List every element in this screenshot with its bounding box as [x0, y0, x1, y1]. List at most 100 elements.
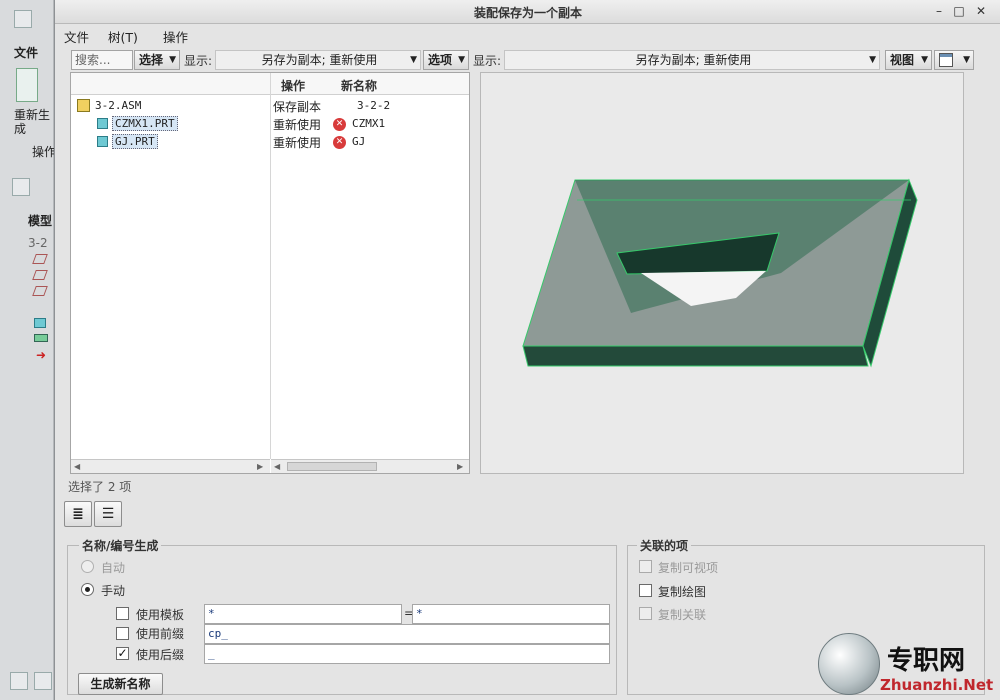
chevron-down-icon: ▼ — [921, 55, 928, 65]
assembly-icon — [77, 99, 90, 112]
watermark-cn: 专职网 — [887, 646, 966, 676]
view-button[interactable]: 视图 ▼ — [885, 50, 932, 70]
scroll-right-icon[interactable]: ▶ — [257, 462, 263, 471]
maximize-icon[interactable]: □ — [951, 4, 967, 20]
selection-status: 选择了 2 项 — [68, 480, 132, 494]
part-icon — [97, 136, 108, 147]
scrollbar-thumb[interactable] — [287, 462, 377, 471]
related-items-title: 关联的项 — [637, 537, 692, 554]
menu-tree[interactable]: 树(T) — [108, 27, 138, 46]
right-display-select[interactable]: 另存为副本; 重新使用 ▼ — [504, 50, 880, 70]
menu-bar: 文件 树(T) 操作 — [55, 24, 1000, 46]
left-horizontal-scrollbar[interactable]: ◀ ▶ — [71, 459, 270, 473]
select-button[interactable]: 选择 ▼ — [134, 50, 180, 70]
auto-label: 自动 — [101, 561, 126, 575]
prefix-input[interactable]: cp_ — [204, 624, 610, 644]
list-icon: ☰ — [101, 506, 115, 522]
component-table: 操作 新名称 3-2.ASM 保存副本 3-2-2 CZMX1.PRT 重新使用… — [70, 72, 470, 474]
use-suffix-checkbox[interactable]: ✓ — [116, 647, 129, 660]
menu-file[interactable]: 文件 — [64, 27, 89, 46]
options-button[interactable]: 选项 ▼ — [423, 50, 469, 70]
error-icon: ✕ — [333, 118, 346, 131]
watermark-en: Zhuanzhi.Net — [880, 676, 994, 694]
scroll-right-icon[interactable]: ▶ — [457, 462, 463, 471]
menu-operations[interactable]: 操作 — [163, 27, 188, 46]
left-display-select[interactable]: 另存为副本; 重新使用 ▼ — [215, 50, 421, 70]
right-horizontal-scrollbar[interactable]: ◀ ▶ — [271, 459, 469, 473]
insert-here-arrow-icon: ➜ — [36, 348, 47, 362]
table-row[interactable]: CZMX1.PRT 重新使用 ✕ CZMX1 — [71, 115, 469, 133]
row-name: 3-2.ASM — [95, 99, 142, 112]
layout-icon — [939, 53, 953, 67]
row-new-name[interactable]: 3-2-2 — [357, 99, 390, 112]
bg-file-menu[interactable]: 文件 — [14, 44, 38, 61]
row-new-name[interactable]: GJ — [352, 135, 365, 148]
bg-operations-label[interactable]: 操作 — [32, 143, 56, 160]
copy-visible-checkbox[interactable] — [639, 560, 652, 573]
chevron-down-icon: ▼ — [963, 55, 970, 65]
tree-icon[interactable] — [10, 672, 28, 690]
left-display-label: 显示: — [184, 54, 213, 68]
datum-plane-icon — [32, 286, 48, 296]
detail-view-button[interactable]: ≣ — [64, 501, 92, 527]
scroll-left-icon[interactable]: ◀ — [74, 462, 80, 471]
options-button-label: 选项 — [428, 53, 453, 67]
scroll-left-icon[interactable]: ◀ — [274, 462, 280, 471]
datum-plane-icon — [32, 254, 48, 264]
plate-front-face — [522, 345, 869, 367]
copy-relations-label: 复制关联 — [658, 608, 707, 622]
right-display-value: 另存为副本; 重新使用 — [635, 53, 752, 67]
chevron-down-icon: ▼ — [410, 55, 417, 65]
row-operation[interactable]: 重新使用 — [273, 116, 321, 133]
part-icon — [97, 118, 108, 129]
bg-model-tab[interactable]: 模型 — [28, 212, 52, 229]
save-copy-dialog: 装配保存为一个副本 – □ ✕ 文件 树(T) 操作 搜索... 选择 ▼ 显示:… — [54, 0, 1000, 700]
suffix-input[interactable]: _ — [204, 644, 610, 664]
manual-label: 手动 — [101, 584, 126, 598]
close-icon[interactable]: ✕ — [973, 4, 989, 20]
part-icon — [34, 334, 48, 342]
list-view-button[interactable]: ☰ — [94, 501, 122, 527]
row-name: CZMX1.PRT — [112, 116, 178, 131]
model-tree-tab-icon[interactable] — [12, 178, 30, 196]
copy-drawing-checkbox[interactable] — [639, 584, 652, 597]
chevron-down-icon: ▼ — [458, 55, 465, 65]
auto-radio[interactable] — [81, 560, 94, 573]
row-operation[interactable]: 重新使用 — [273, 134, 321, 151]
col-header-new-name[interactable]: 新名称 — [341, 77, 377, 94]
title-bar: 装配保存为一个副本 – □ ✕ — [55, 0, 1000, 24]
chevron-down-icon: ▼ — [869, 55, 876, 65]
left-display-value: 另存为副本; 重新使用 — [261, 53, 378, 67]
row-operation[interactable]: 保存副本 — [273, 98, 321, 115]
search-input[interactable]: 搜索... — [71, 50, 133, 70]
use-template-checkbox[interactable] — [116, 607, 129, 620]
manual-radio[interactable] — [81, 583, 94, 596]
use-prefix-checkbox[interactable] — [116, 627, 129, 640]
select-button-label: 选择 — [139, 53, 164, 67]
use-template-label: 使用模板 — [136, 608, 185, 622]
part-icon — [34, 318, 46, 328]
row-new-name[interactable]: CZMX1 — [352, 117, 385, 130]
model-preview-graphic — [522, 178, 918, 368]
template-right-input[interactable]: * — [412, 604, 610, 624]
right-display-label: 显示: — [473, 54, 502, 68]
table-row[interactable]: 3-2.ASM 保存副本 3-2-2 — [71, 97, 469, 115]
app-icon[interactable] — [14, 10, 32, 28]
regenerate-icon[interactable] — [16, 68, 38, 102]
bg-tree-item[interactable]: 3-2 — [28, 236, 48, 250]
bg-regenerate-label[interactable]: 重新生成 — [14, 108, 52, 136]
minimize-icon[interactable]: – — [931, 4, 947, 20]
list-detail-icon: ≣ — [72, 506, 84, 522]
dialog-title: 装配保存为一个副本 — [473, 6, 582, 20]
view-button-label: 视图 — [890, 53, 915, 67]
model-preview[interactable] — [480, 72, 964, 474]
copy-relations-checkbox[interactable] — [639, 607, 652, 620]
radio-selected-dot — [85, 587, 90, 592]
template-left-input[interactable]: * — [204, 604, 402, 624]
table-row[interactable]: GJ.PRT 重新使用 ✕ GJ — [71, 133, 469, 151]
layout-button[interactable]: ▼ — [934, 50, 974, 70]
generate-names-button[interactable]: 生成新名称 — [78, 673, 163, 695]
folder-icon[interactable] — [34, 672, 52, 690]
col-header-operation[interactable]: 操作 — [281, 77, 305, 94]
copy-drawing-label: 复制绘图 — [658, 585, 707, 599]
